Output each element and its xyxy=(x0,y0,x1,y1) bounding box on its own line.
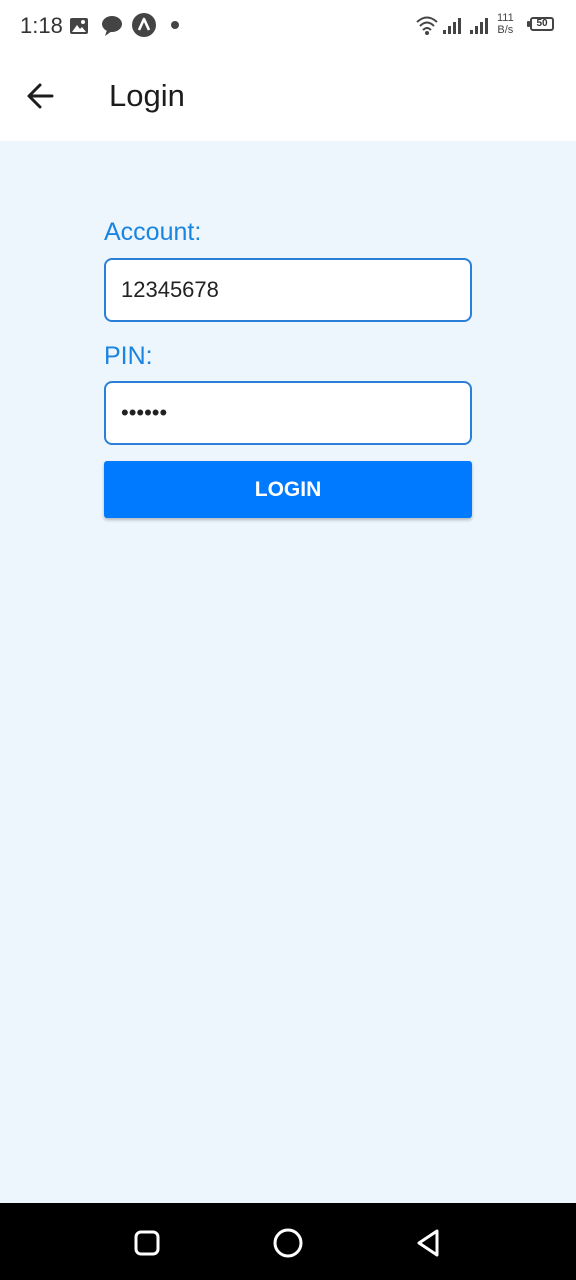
account-label: Account: xyxy=(104,218,202,246)
app-a-icon xyxy=(132,13,156,37)
login-screen: 1:18 111 B/s 50 Login Account: 12345678 … xyxy=(0,0,576,1280)
network-speed-value: 111 xyxy=(497,12,514,24)
page-title: Login xyxy=(109,78,185,113)
account-input[interactable] xyxy=(104,258,472,322)
recents-square-icon[interactable] xyxy=(127,1223,167,1263)
arrow-left-icon xyxy=(27,83,54,109)
pin-input[interactable] xyxy=(104,381,472,445)
chat-bubble-icon xyxy=(102,16,122,36)
battery-icon: 50 xyxy=(527,17,554,31)
signal-icon-2 xyxy=(470,18,488,34)
status-time: 1:18 xyxy=(20,13,63,38)
pin-label: PIN: xyxy=(104,342,153,370)
login-button[interactable]: LOGIN xyxy=(104,461,472,518)
status-bar: 1:18 111 B/s 50 xyxy=(0,0,576,52)
battery-level: 50 xyxy=(536,18,548,29)
wifi-icon xyxy=(416,16,438,35)
image-icon xyxy=(70,18,88,34)
network-speed-unit: B/s xyxy=(497,24,514,36)
network-speed: 111 B/s xyxy=(497,12,514,36)
back-button[interactable] xyxy=(22,76,62,116)
app-bar: Login xyxy=(0,52,576,141)
notification-dot-icon xyxy=(171,21,179,29)
home-circle-icon[interactable] xyxy=(268,1223,308,1263)
login-form: Account: PIN: LOGIN xyxy=(0,141,576,1203)
back-triangle-icon[interactable] xyxy=(408,1223,448,1263)
navigation-bar xyxy=(0,1203,576,1280)
signal-icon xyxy=(443,18,461,34)
